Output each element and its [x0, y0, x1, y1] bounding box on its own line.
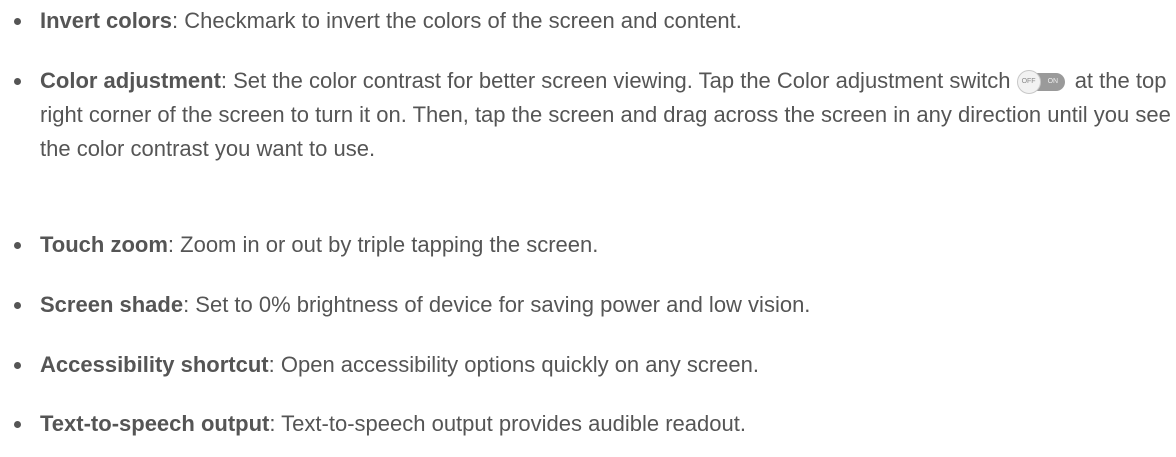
list-item-color-adjustment: Color adjustment: Set the color contrast…	[14, 64, 1172, 166]
item-term: Screen shade	[40, 292, 184, 317]
bullet-icon	[14, 421, 21, 428]
item-description: : Open accessibility options quickly on …	[268, 352, 759, 377]
list-item-accessibility-shortcut: Accessibility shortcut: Open accessibili…	[14, 348, 1172, 382]
bullet-icon	[14, 302, 21, 309]
item-description: : Set the color contrast for better scre…	[220, 68, 1011, 93]
list-item-invert-colors: Invert colors: Checkmark to invert the c…	[14, 4, 1172, 38]
bullet-icon	[14, 362, 21, 369]
item-description: : Zoom in or out by triple tapping the s…	[167, 232, 599, 257]
item-term: Color adjustment	[40, 68, 221, 93]
toggle-on-label: ON	[1047, 78, 1059, 85]
bullet-icon	[14, 78, 21, 85]
toggle-off-label: OFF	[1021, 78, 1036, 85]
list-item-text-to-speech: Text-to-speech output: Text-to-speech ou…	[14, 407, 1172, 441]
item-term: Invert colors	[40, 8, 173, 33]
accessibility-options-list: Invert colors: Checkmark to invert the c…	[0, 0, 1176, 457]
item-description: : Set to 0% brightness of device for sav…	[183, 292, 811, 317]
item-term: Accessibility shortcut	[40, 352, 269, 377]
list-item-touch-zoom: Touch zoom: Zoom in or out by triple tap…	[14, 228, 1172, 262]
bullet-icon	[14, 242, 21, 249]
list-item-screen-shade: Screen shade: Set to 0% brightness of de…	[14, 288, 1172, 322]
item-description: : Text-to-speech output provides audible…	[269, 411, 746, 436]
bullet-icon	[14, 18, 21, 25]
toggle-switch-icon: OFF ON	[1016, 70, 1065, 94]
item-term: Text-to-speech output	[40, 411, 270, 436]
item-term: Touch zoom	[40, 232, 168, 257]
item-description: : Checkmark to invert the colors of the …	[172, 8, 742, 33]
